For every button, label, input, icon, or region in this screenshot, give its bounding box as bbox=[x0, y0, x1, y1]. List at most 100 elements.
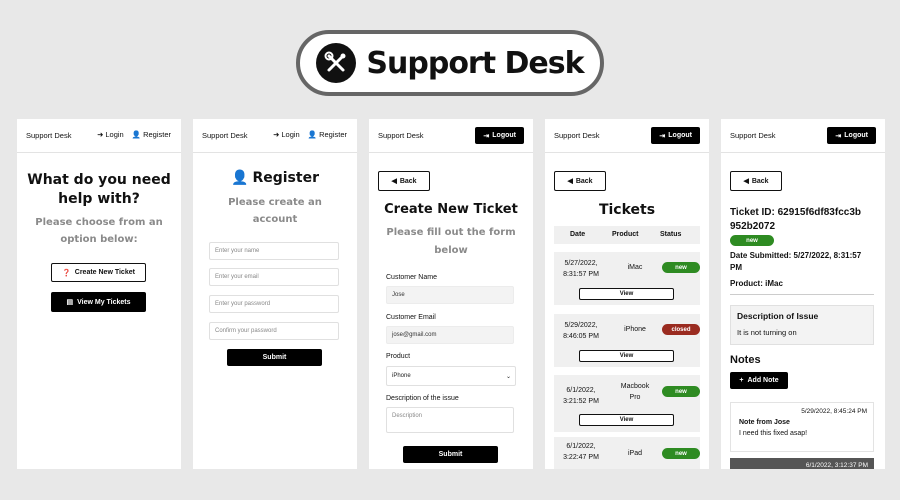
brand-link[interactable]: Support Desk bbox=[26, 131, 71, 140]
banner: Support Desk bbox=[296, 30, 604, 96]
divider bbox=[730, 294, 874, 295]
logout-label: Logout bbox=[668, 132, 692, 139]
product-select[interactable]: iPhone ⌄ bbox=[386, 366, 516, 386]
customer-email-field[interactable]: jose@gmail.com bbox=[386, 326, 514, 344]
submit-button[interactable]: Submit bbox=[227, 349, 322, 366]
status-badge: new bbox=[730, 235, 774, 246]
brand-link[interactable]: Support Desk bbox=[202, 131, 247, 140]
back-label: Back bbox=[575, 177, 593, 185]
register-link[interactable]: 👤 Register bbox=[308, 130, 347, 139]
brand-link[interactable]: Support Desk bbox=[730, 131, 775, 140]
logout-button[interactable]: ⇥ Logout bbox=[651, 127, 700, 144]
brand-link[interactable]: Support Desk bbox=[554, 131, 599, 140]
home-screen: Support Desk ➜ Login 👤 Register What do … bbox=[17, 119, 181, 469]
tickets-screen: Support Desk ⇥ Logout ◀ Back Tickets Dat… bbox=[545, 119, 709, 469]
chevron-down-icon: ⌄ bbox=[505, 373, 511, 380]
new-ticket-screen: Support Desk ⇥ Logout ◀ Back Create New … bbox=[369, 119, 533, 469]
user-icon: 👤 bbox=[307, 130, 318, 139]
table-row: 6/1/2022, 3:21:52 PM Macbook Pro new View bbox=[554, 375, 700, 432]
home-subheading: Please choose from an option below: bbox=[35, 217, 163, 245]
ticket-date: 5/29/2022, 8:46:05 PM bbox=[563, 322, 599, 340]
new-ticket-heading: Create New Ticket bbox=[384, 202, 518, 217]
register-label: Register bbox=[143, 130, 171, 139]
logout-button[interactable]: ⇥ Logout bbox=[475, 127, 524, 144]
customer-name-field[interactable]: Jose bbox=[386, 286, 514, 304]
back-label: Back bbox=[751, 177, 769, 185]
view-ticket-button[interactable]: View bbox=[579, 350, 674, 362]
status-badge: new bbox=[662, 386, 700, 397]
product-select-value: iPhone bbox=[392, 373, 411, 379]
customer-name-label: Customer Name bbox=[386, 274, 437, 281]
ticket-product: Macbook Pro bbox=[620, 383, 650, 401]
password-input[interactable]: Enter your password bbox=[209, 295, 339, 313]
ticket-id: Ticket ID: 62915f6df83fcc3b 952b2072 bbox=[730, 207, 861, 232]
add-note-label: Add Note bbox=[747, 377, 779, 384]
logout-label: Logout bbox=[844, 132, 868, 139]
ticket-date: 5/27/2022, 8:31:57 PM bbox=[563, 260, 599, 278]
description-label: Description of the issue bbox=[386, 395, 459, 402]
ticket-icon: ▤ bbox=[66, 299, 74, 306]
arrow-left-circle-icon: ◀ bbox=[567, 178, 573, 185]
note-card-staff: 6/1/2022, 3:12:37 PM bbox=[730, 458, 874, 469]
header: Support Desk ➜ Login 👤 Register bbox=[17, 119, 181, 153]
description-title: Description of Issue bbox=[737, 311, 819, 321]
email-input[interactable]: Enter your email bbox=[209, 268, 339, 286]
view-tickets-label: View My Tickets bbox=[77, 298, 131, 306]
description-text: It is not turning on bbox=[737, 328, 797, 337]
brand-link[interactable]: Support Desk bbox=[378, 131, 423, 140]
col-status: Status bbox=[660, 231, 682, 238]
view-ticket-button[interactable]: View bbox=[579, 414, 674, 426]
customer-email-label: Customer Email bbox=[386, 314, 436, 321]
add-note-button[interactable]: + Add Note bbox=[730, 372, 788, 389]
login-label: Login bbox=[281, 130, 300, 139]
view-tickets-button[interactable]: ▤ View My Tickets bbox=[51, 292, 146, 312]
col-product: Product bbox=[612, 231, 639, 238]
login-label: Login bbox=[105, 130, 124, 139]
arrow-left-circle-icon: ◀ bbox=[743, 178, 749, 185]
user-icon: 👤 bbox=[131, 130, 142, 139]
register-subheading: Please create an account bbox=[228, 197, 322, 225]
ticket-date: 6/1/2022, 3:21:52 PM bbox=[563, 387, 599, 405]
new-ticket-subheading: Please fill out the form below bbox=[386, 227, 516, 256]
product-label: Product bbox=[386, 353, 411, 360]
table-row: 6/1/2022, 3:22:47 PM iPad new bbox=[554, 437, 700, 469]
home-heading: What do you need help with? bbox=[27, 172, 171, 207]
status-badge: closed bbox=[662, 324, 700, 335]
login-link[interactable]: ➜ Login bbox=[273, 130, 300, 139]
description-box: Description of Issue It is not turning o… bbox=[730, 305, 874, 345]
sign-out-icon: ⇥ bbox=[659, 132, 666, 140]
submit-button[interactable]: Submit bbox=[403, 446, 498, 463]
sign-in-icon: ➜ bbox=[273, 130, 280, 139]
table-row: 5/29/2022, 8:46:05 PM iPhone closed View bbox=[554, 314, 700, 367]
logout-label: Logout bbox=[492, 132, 516, 139]
header: Support Desk ⇥ Logout bbox=[545, 119, 709, 153]
logout-button[interactable]: ⇥ Logout bbox=[827, 127, 876, 144]
back-button[interactable]: ◀ Back bbox=[554, 171, 606, 191]
tickets-table-header: Date Product Status bbox=[554, 226, 700, 244]
header: Support Desk ➜ Login 👤 Register bbox=[193, 119, 357, 153]
header: Support Desk ⇥ Logout bbox=[721, 119, 885, 153]
user-icon: 👤 bbox=[231, 170, 249, 186]
header: Support Desk ⇥ Logout bbox=[369, 119, 533, 153]
description-textarea[interactable]: Description bbox=[386, 407, 514, 433]
login-link[interactable]: ➜ Login bbox=[97, 130, 124, 139]
ticket-product: iMac bbox=[627, 264, 643, 271]
note-timestamp: 6/1/2022, 3:12:37 PM bbox=[805, 462, 868, 469]
col-date: Date bbox=[570, 231, 586, 238]
wrench-screwdriver-icon bbox=[316, 43, 357, 83]
register-screen: Support Desk ➜ Login 👤 Register 👤 Regist… bbox=[193, 119, 357, 469]
register-link[interactable]: 👤 Register bbox=[132, 130, 171, 139]
arrow-left-circle-icon: ◀ bbox=[391, 178, 397, 185]
sign-in-icon: ➜ bbox=[97, 130, 104, 139]
name-input[interactable]: Enter your name bbox=[209, 242, 339, 260]
back-button[interactable]: ◀ Back bbox=[730, 171, 782, 191]
table-row: 5/27/2022, 8:31:57 PM iMac new View bbox=[554, 252, 700, 305]
view-ticket-button[interactable]: View bbox=[579, 288, 674, 300]
question-circle-icon: ❓ bbox=[62, 269, 71, 277]
back-label: Back bbox=[399, 177, 417, 185]
back-button[interactable]: ◀ Back bbox=[378, 171, 430, 191]
ticket-date: 6/1/2022, 3:22:47 PM bbox=[563, 443, 599, 461]
confirm-password-input[interactable]: Confirm your password bbox=[209, 322, 339, 340]
sign-out-icon: ⇥ bbox=[835, 132, 842, 140]
create-ticket-button[interactable]: ❓ Create New Ticket bbox=[51, 263, 146, 282]
